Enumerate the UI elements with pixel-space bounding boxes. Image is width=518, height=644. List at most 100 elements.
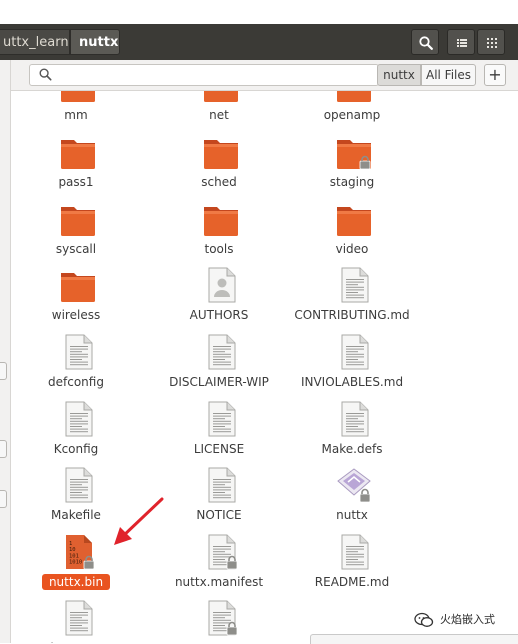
search-icon bbox=[39, 68, 52, 81]
add-search-criteria-button[interactable]: + bbox=[484, 64, 506, 86]
file-item[interactable]: video bbox=[287, 200, 417, 268]
file-item-label: LICENSE bbox=[193, 442, 245, 456]
binary-digits-text: 1 bbox=[69, 541, 72, 547]
file-item[interactable]: README.md bbox=[287, 533, 417, 601]
file-item-label: video bbox=[335, 242, 369, 256]
text-document-icon bbox=[65, 600, 93, 636]
file-item-label: Kconfig bbox=[53, 442, 99, 456]
header-bar: uttx_learn nuttx bbox=[0, 24, 518, 60]
file-item[interactable]: DISCLAIMER-WIP bbox=[154, 333, 284, 401]
executable-locked-icon bbox=[337, 468, 371, 503]
file-item-label: CONTRIBUTING.md bbox=[294, 308, 410, 322]
file-item-label: syscall bbox=[55, 242, 97, 256]
binary-digits-text: 1010 bbox=[69, 560, 82, 566]
file-item[interactable]: net bbox=[154, 91, 284, 134]
file-item[interactable]: INVIOLABLES.md bbox=[287, 333, 417, 401]
folder-icon bbox=[204, 207, 238, 236]
folder-locked-icon bbox=[337, 140, 371, 170]
text-locked-icon bbox=[208, 600, 238, 636]
wechat-icon bbox=[414, 612, 434, 627]
text-document-icon bbox=[208, 334, 236, 370]
scope-all-files-button[interactable]: All Files bbox=[421, 64, 476, 86]
folder-icon bbox=[61, 91, 95, 102]
folder-icon bbox=[337, 207, 371, 236]
text-document-icon bbox=[341, 334, 369, 370]
text-document-icon bbox=[65, 467, 93, 503]
contacts-document-icon bbox=[208, 267, 236, 303]
list-view-icon bbox=[457, 39, 467, 47]
scope-current-folder-button[interactable]: nuttx bbox=[377, 64, 421, 86]
binary-digits-text: 101 bbox=[69, 553, 79, 559]
binary-locked-icon: 1101011010 bbox=[66, 535, 95, 570]
text-document-icon bbox=[341, 534, 369, 570]
file-item[interactable]: sched bbox=[154, 133, 284, 201]
grid-view-icon bbox=[487, 38, 497, 48]
file-item-label: pass1 bbox=[58, 175, 94, 189]
text-locked-icon bbox=[208, 534, 238, 570]
file-item[interactable]: NOTICE bbox=[154, 466, 284, 534]
sidebar-expander[interactable] bbox=[0, 490, 7, 508]
file-item[interactable]: wireless bbox=[11, 266, 141, 334]
file-item[interactable]: nuttx.manifest bbox=[154, 533, 284, 601]
file-item[interactable]: AUTHORS bbox=[154, 266, 284, 334]
folder-icon bbox=[61, 207, 95, 236]
file-item[interactable]: defconfig bbox=[11, 333, 141, 401]
sidebar-expander[interactable] bbox=[0, 362, 7, 380]
search-icon bbox=[419, 36, 433, 50]
search-input[interactable] bbox=[29, 64, 379, 86]
text-document-icon bbox=[208, 467, 236, 503]
watermark: 火焰嵌入式 bbox=[408, 605, 518, 635]
file-item[interactable]: nuttx bbox=[287, 466, 417, 534]
file-item[interactable]: openamp bbox=[287, 91, 417, 134]
file-item-label: nuttx.manifest bbox=[174, 575, 264, 589]
file-item-label: NOTICE bbox=[196, 508, 242, 522]
annotation-arrow bbox=[114, 497, 164, 545]
text-document-icon bbox=[208, 401, 236, 437]
file-item-label: Make.defs bbox=[321, 442, 383, 456]
file-item-label: INVIOLABLES.md bbox=[300, 375, 404, 389]
window-top-strip bbox=[0, 0, 518, 24]
breadcrumb-current[interactable]: nuttx bbox=[70, 29, 120, 55]
file-item-label: wireless bbox=[51, 308, 101, 322]
file-item[interactable]: mm bbox=[11, 91, 141, 134]
file-item[interactable]: ReleaseNotes bbox=[11, 599, 141, 643]
file-item[interactable]: Make.defs bbox=[287, 400, 417, 468]
file-item-label: AUTHORS bbox=[189, 308, 249, 322]
file-item[interactable]: System.map bbox=[154, 599, 284, 643]
file-item-label: README.md bbox=[314, 575, 390, 589]
search-bar: nuttx All Files + bbox=[11, 60, 518, 91]
file-item[interactable]: syscall bbox=[11, 200, 141, 268]
text-document-icon bbox=[341, 401, 369, 437]
breadcrumb-parent[interactable]: uttx_learn bbox=[0, 29, 70, 55]
file-view: mm net openamp pass1 sched staging syscall tool… bbox=[11, 91, 518, 643]
file-item-label: mm bbox=[64, 108, 88, 122]
file-item-label: net bbox=[209, 108, 229, 122]
folder-icon bbox=[204, 140, 238, 169]
file-item[interactable]: Kconfig bbox=[11, 400, 141, 468]
sidebar bbox=[0, 60, 11, 643]
binary-digits-text: 10 bbox=[69, 547, 76, 553]
sidebar-expander[interactable] bbox=[0, 440, 7, 458]
file-item-label: nuttx bbox=[336, 508, 368, 522]
file-item[interactable]: LICENSE bbox=[154, 400, 284, 468]
folder-icon bbox=[204, 91, 238, 102]
file-item-label: nuttx.bin bbox=[42, 574, 110, 590]
grid-view-button[interactable] bbox=[477, 29, 505, 55]
file-item-label: defconfig bbox=[48, 375, 104, 389]
watermark-text: 火焰嵌入式 bbox=[440, 613, 495, 626]
file-item-label: staging bbox=[329, 175, 375, 189]
file-item-label: openamp bbox=[323, 108, 381, 122]
file-item-label: DISCLAIMER-WIP bbox=[169, 375, 269, 389]
file-item[interactable]: CONTRIBUTING.md bbox=[287, 266, 417, 334]
text-document-icon bbox=[341, 267, 369, 303]
folder-icon bbox=[61, 140, 95, 169]
file-item[interactable]: pass1 bbox=[11, 133, 141, 201]
file-item-label: sched bbox=[201, 175, 237, 189]
search-button[interactable] bbox=[411, 29, 439, 55]
folder-icon bbox=[61, 273, 95, 302]
folder-icon bbox=[337, 91, 371, 102]
file-item[interactable]: tools bbox=[154, 200, 284, 268]
text-document-icon bbox=[65, 334, 93, 370]
file-item[interactable]: staging bbox=[287, 133, 417, 201]
list-view-button[interactable] bbox=[447, 29, 475, 55]
